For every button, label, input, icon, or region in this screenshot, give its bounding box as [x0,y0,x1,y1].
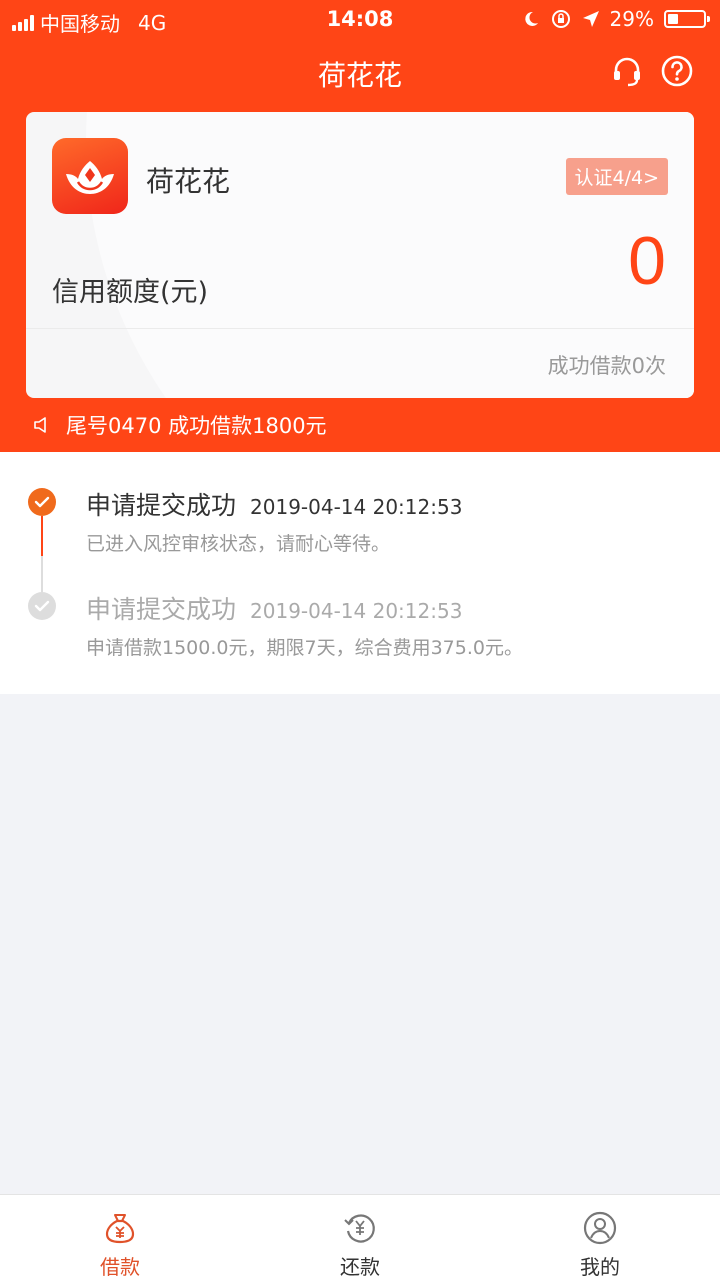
lotus-logo-icon [66,161,114,194]
notice-bar: 尾号0470 成功借款1800元 [32,410,327,440]
timeline-title: 申请提交成功 [86,595,237,624]
headset-icon[interactable] [610,54,644,88]
loan-count: 成功借款0次 [547,354,666,378]
moon-icon [524,11,538,26]
status-right: 29% [522,7,710,31]
tab-loan[interactable]: 借款 [0,1195,240,1280]
tab-label: 我的 [580,1255,620,1279]
check-pending-icon [28,592,56,620]
timeline-desc: 申请借款1500.0元，期限7天，综合费用375.0元。 [86,637,523,659]
timeline-time: 2019-04-14 20:12:53 [250,599,463,623]
tab-mine[interactable]: 我的 [480,1195,720,1280]
help-icon[interactable] [660,54,694,88]
tab-label: 还款 [340,1255,380,1279]
timeline-time: 2019-04-14 20:12:53 [250,495,463,519]
repay-icon [344,1214,375,1243]
credit-limit-label: 信用额度(元) [52,277,209,308]
rotation-lock-icon [551,10,570,28]
location-icon [582,11,599,27]
tab-bar: 借款 还款 我的 [0,1194,720,1280]
certification-badge[interactable]: 认证4/4> [565,158,668,195]
battery-icon [664,10,710,28]
status-bar: 中国移动 4G 14:08 29% [0,0,720,40]
money-bag-icon [105,1214,135,1244]
header: 荷花花 荷花花 认证4/4> 信用额度(元) 0 成功借款0次 尾号0470 成 [0,40,720,452]
credit-card: 荷花花 认证4/4> 信用额度(元) 0 成功借款0次 [26,112,694,398]
notice-text: 尾号0470 成功借款1800元 [66,414,327,438]
timeline-connector-active [41,516,43,556]
card-divider [26,328,694,329]
tab-repay[interactable]: 还款 [240,1195,480,1280]
application-timeline: 申请提交成功 2019-04-14 20:12:53 已进入风控审核状态，请耐心等… [0,452,720,694]
app-logo [52,138,128,214]
timeline-connector [41,556,43,592]
timeline-item: 申请提交成功 2019-04-14 20:12:53 [86,590,462,626]
check-done-icon [28,488,56,516]
timeline-item: 申请提交成功 2019-04-14 20:12:53 [86,486,462,522]
timeline-title: 申请提交成功 [86,491,237,520]
credit-limit-value: 0 [628,223,666,299]
app-name: 荷花花 [146,165,231,198]
tab-label: 借款 [100,1255,140,1279]
battery-percent: 29% [609,7,654,31]
speaker-icon [34,417,46,433]
timeline-desc: 已进入风控审核状态，请耐心等待。 [86,533,391,555]
user-icon [583,1211,617,1245]
